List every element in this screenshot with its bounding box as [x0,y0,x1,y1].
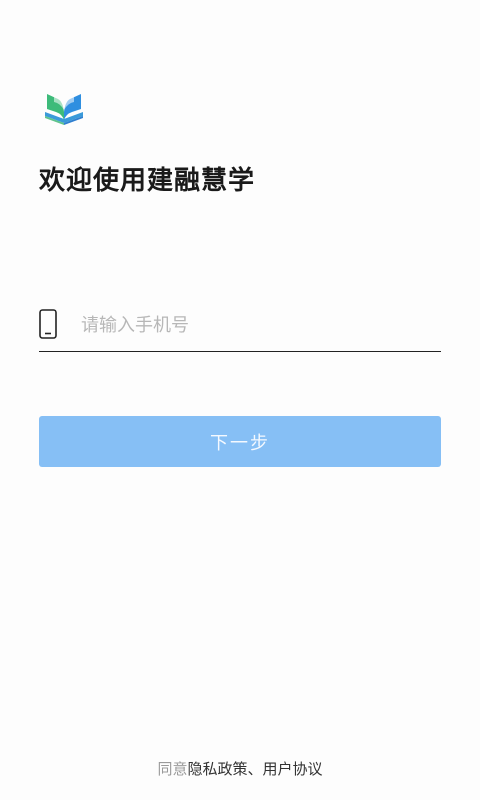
mobile-phone-icon [39,309,57,339]
agree-prefix: 同意 [157,760,188,778]
privacy-policy-link[interactable]: 隐私政策 [187,760,247,778]
book-logo-icon [45,94,83,125]
next-step-button[interactable]: 下一步 [39,416,441,467]
login-screen: 欢迎使用建融慧学 下一步 同意隐私政策、用户协议 [0,0,480,800]
welcome-title: 欢迎使用建融慧学 [39,166,256,196]
phone-field[interactable] [39,306,441,352]
user-agreement-link[interactable]: 用户协议 [263,760,323,778]
agreement-text: 同意隐私政策、用户协议 [0,758,480,779]
agree-separator: 、 [247,760,263,778]
phone-input[interactable] [81,308,431,342]
